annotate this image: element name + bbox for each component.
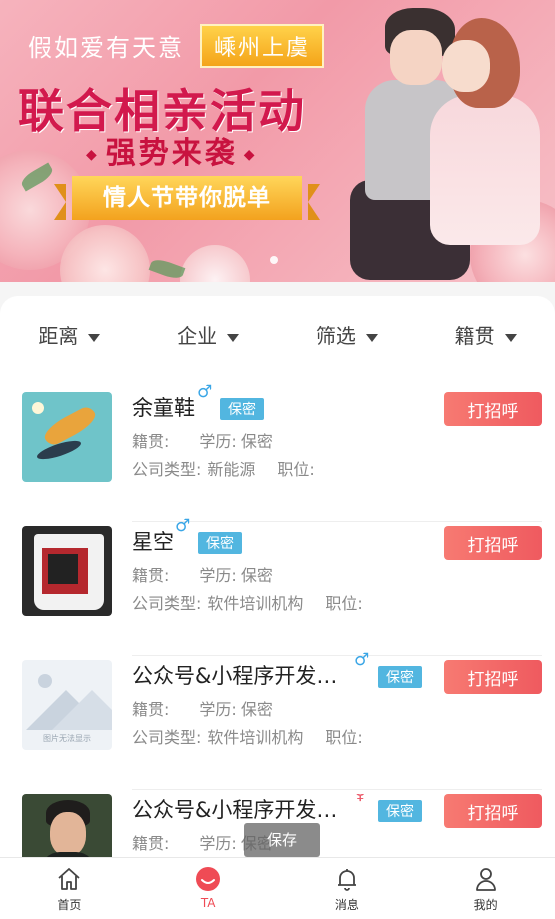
education-label: 学历: [199, 700, 237, 719]
company-type-value: 新能源 [207, 460, 256, 479]
tab-messages[interactable]: 消息 [278, 858, 417, 919]
filter-label: 籍贯 [454, 324, 495, 348]
tab-label: 首页 [57, 898, 82, 912]
caret-down-icon [88, 333, 101, 342]
filter-distance[interactable]: 距离 [0, 320, 139, 356]
male-icon: ♂ [175, 516, 191, 536]
user-list-card: 距离 企业 筛选 籍贯 余童鞋 ♂ 保密 籍贯: 学历: 保密 公司类型: 新能源 职位… [0, 296, 555, 866]
divider [132, 655, 542, 656]
carousel-dot[interactable] [270, 256, 278, 264]
tab-label: TA [200, 896, 216, 910]
male-icon: ♂ [197, 382, 213, 402]
user-meta-line: 公司类型: 新能源 职位: [132, 456, 345, 480]
user-meta-line: 籍贯: 学历:保密 [132, 696, 303, 720]
origin-label: 籍贯: [132, 834, 170, 853]
user-icon [475, 868, 496, 891]
filter-company[interactable]: 企业 [139, 320, 278, 356]
smile-icon [196, 867, 221, 891]
banner-script-text: 假如爱有天意 [28, 34, 184, 62]
banner-location-tag: 嵊州上虞 [200, 24, 325, 68]
bell-icon [337, 869, 356, 891]
tab-home[interactable]: 首页 [0, 858, 139, 919]
greet-button[interactable]: 打招呼 [444, 794, 542, 828]
promo-banner[interactable]: 假如爱有天意 嵊州上虞 联合相亲活动 强势来袭 情人节带你脱单 [0, 0, 555, 282]
couple-illustration [310, 0, 555, 282]
position-label: 职位: [325, 594, 363, 613]
company-type-label: 公司类型: [132, 728, 202, 747]
company-type-value: 软件培训机构 [207, 728, 304, 747]
user-meta-line: 籍贯: 学历:保密 [132, 562, 303, 586]
male-icon: ♂ [354, 650, 370, 670]
tab-mine[interactable]: 我的 [416, 858, 555, 919]
greet-button[interactable]: 打招呼 [444, 660, 542, 694]
tab-label: 我的 [473, 898, 498, 912]
filter-label: 筛选 [315, 324, 356, 348]
user-name: 余童鞋 [132, 396, 195, 420]
female-icon: ♀ [354, 794, 367, 804]
filter-label: 距离 [38, 324, 79, 348]
education-label: 学历: [199, 566, 237, 585]
list-item[interactable]: 余童鞋 ♂ 保密 籍贯: 学历: 保密 公司类型: 新能源 职位: 打招呼 [22, 382, 542, 522]
user-meta-line: 籍贯: 学历:保密 [132, 428, 303, 452]
filter-origin[interactable]: 籍贯 [416, 320, 555, 356]
home-icon [58, 868, 80, 890]
avatar[interactable] [22, 794, 112, 866]
user-meta-line: 公司类型: 软件培训机构 职位: [132, 590, 393, 614]
caret-down-icon [365, 333, 378, 342]
greet-button[interactable]: 打招呼 [444, 526, 542, 560]
education-label: 学历: [199, 834, 237, 853]
carousel-dots[interactable] [270, 256, 278, 264]
list-item[interactable]: 星空 ♂ 保密 籍贯: 学历: 保密 公司类型: 软件培训机构 职位: 打招呼 [22, 516, 542, 656]
tab-ta[interactable]: TA [139, 858, 278, 919]
avatar[interactable] [22, 392, 112, 482]
origin-label: 籍贯: [132, 566, 170, 585]
filter-screen[interactable]: 筛选 [278, 320, 417, 356]
caret-down-icon [504, 333, 517, 342]
company-type-label: 公司类型: [132, 460, 202, 479]
education-value: 保密 [240, 432, 273, 451]
list-item[interactable]: 图片无法显示 公众号&小程序开发… ♂ 保密 籍贯: 学历: 保密 公司类型: 软件培… [22, 650, 542, 790]
divider [132, 521, 542, 522]
caret-down-icon [227, 333, 240, 342]
company-type-value: 软件培训机构 [207, 594, 304, 613]
avatar-caption: 图片无法显示 [43, 734, 91, 743]
divider [132, 789, 542, 790]
banner-subtitle: 强势来袭 [80, 128, 264, 172]
user-name: 公众号&小程序开发… [132, 798, 338, 822]
education-value: 保密 [240, 566, 273, 585]
flower-decoration [180, 245, 250, 282]
filter-bar: 距离 企业 筛选 籍贯 [0, 320, 555, 356]
position-label: 职位: [325, 728, 363, 747]
origin-label: 籍贯: [132, 700, 170, 719]
greet-button[interactable]: 打招呼 [444, 392, 542, 426]
avatar[interactable] [22, 526, 112, 616]
bottom-tab-bar: 首页 TA 消息 我的 [0, 857, 555, 919]
education-value: 保密 [240, 700, 273, 719]
avatar-placeholder[interactable]: 图片无法显示 [22, 660, 112, 750]
user-meta-line: 公司类型: 软件培训机构 职位: [132, 724, 393, 748]
save-toast[interactable]: 保存 [244, 823, 320, 857]
education-label: 学历: [199, 432, 237, 451]
position-label: 职位: [277, 460, 315, 479]
private-badge: 保密 [378, 666, 422, 688]
origin-label: 籍贯: [132, 432, 170, 451]
user-name: 公众号&小程序开发… [132, 664, 338, 688]
private-badge: 保密 [198, 532, 242, 554]
tab-label: 消息 [334, 898, 359, 912]
banner-ribbon: 情人节带你脱单 [54, 176, 320, 220]
company-type-label: 公司类型: [132, 594, 202, 613]
user-name: 星空 [132, 530, 174, 554]
private-badge: 保密 [378, 800, 422, 822]
private-badge: 保密 [220, 398, 264, 420]
filter-label: 企业 [177, 324, 218, 348]
